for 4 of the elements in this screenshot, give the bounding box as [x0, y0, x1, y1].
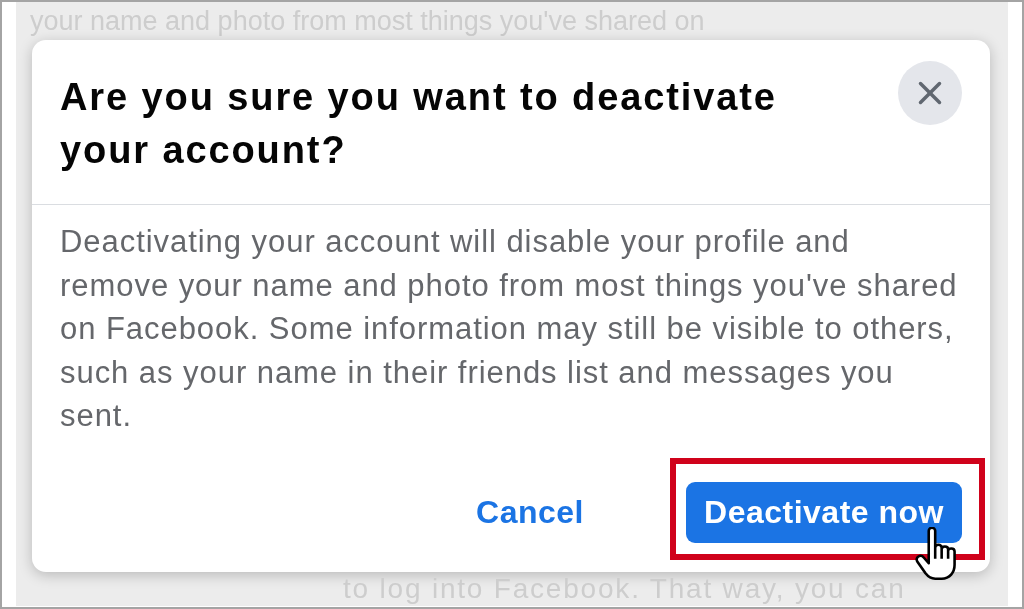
dialog-title: Are you sure you want to deactivate your account? — [60, 75, 778, 173]
cancel-button[interactable]: Cancel — [476, 482, 584, 543]
dialog-message: Deactivating your account will disable your profile and remove your name and photo from most things you've shared on Facebook. Some information may still be visible to others, such as your name in their friends list and messages you sent. — [59, 223, 959, 436]
deactivate-button[interactable]: Deactivate now — [686, 482, 962, 543]
